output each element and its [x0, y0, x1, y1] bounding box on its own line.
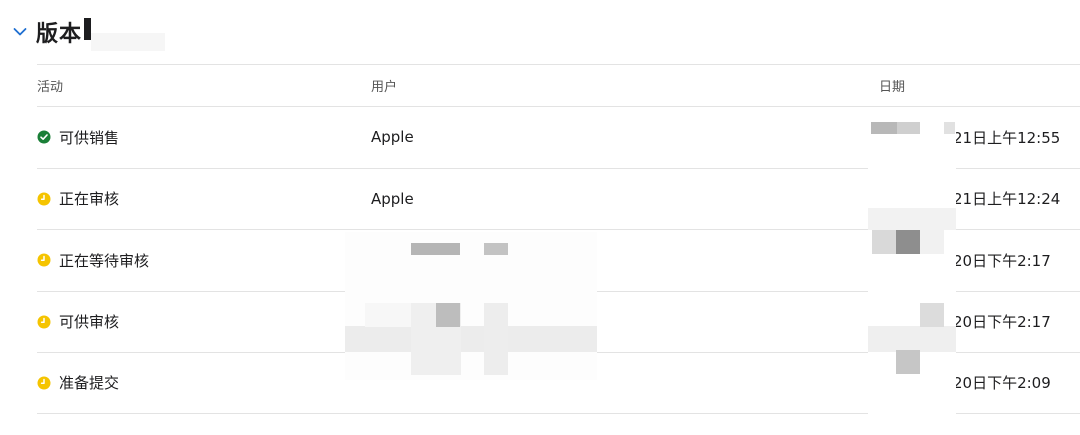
clock-icon — [37, 192, 51, 206]
activity-cell: 准备提交 — [37, 353, 119, 413]
date-cell: 21日上午12:24 — [953, 190, 1061, 209]
section-header: 版本 — [10, 12, 166, 52]
chevron-down-icon[interactable] — [10, 22, 30, 42]
table-header-row: 活动 用户 日期 — [37, 64, 1080, 106]
activity-label: 正在审核 — [59, 190, 120, 209]
activity-label: 准备提交 — [59, 374, 120, 393]
section-title: 版本 — [36, 22, 83, 47]
date-cell: 20日下午2:17 — [953, 251, 1051, 270]
activity-label: 正在等待审核 — [59, 251, 150, 270]
activity-cell: 正在审核 — [37, 169, 119, 230]
column-header-date: 日期 — [879, 80, 906, 95]
column-header-user: 用户 — [371, 80, 398, 95]
clock-icon — [37, 253, 51, 267]
activity-label: 可供审核 — [59, 313, 120, 332]
activity-label: 可供销售 — [59, 128, 120, 147]
date-cell: 20日下午2:17 — [953, 313, 1051, 332]
text-cursor — [84, 18, 92, 40]
date-cell: 21日上午12:55 — [953, 128, 1061, 147]
activity-cell: 可供审核 — [37, 292, 119, 353]
activity-cell: 可供销售 — [37, 107, 119, 168]
user-cell: Apple — [371, 189, 414, 208]
column-header-activity: 活动 — [37, 80, 64, 95]
check-circle-icon — [37, 130, 51, 144]
clock-icon — [37, 315, 51, 329]
redacted-title-suffix — [91, 33, 166, 51]
activity-cell: 正在等待审核 — [37, 230, 149, 291]
user-cell: Apple — [371, 128, 414, 147]
date-cell: 20日下午2:09 — [953, 374, 1051, 393]
clock-icon — [37, 376, 51, 390]
